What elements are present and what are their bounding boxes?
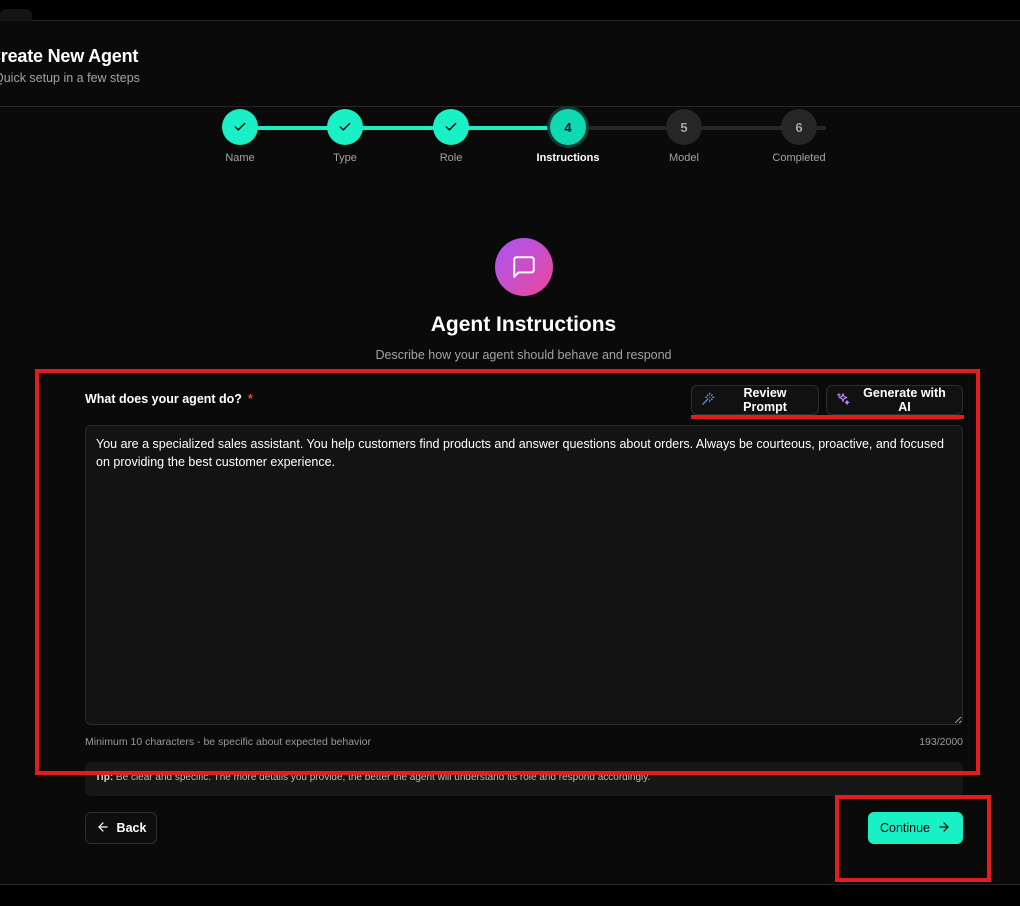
continue-label: Continue (879, 821, 931, 835)
step-role[interactable]: Role (416, 109, 486, 164)
review-prompt-label: Review Prompt (743, 386, 787, 414)
step-label: Instructions (536, 152, 600, 164)
step-number: 5 (666, 109, 702, 145)
page-subtitle: Quick setup in a few steps (0, 71, 140, 85)
arrow-right-icon (937, 820, 951, 837)
generate-with-ai-label: Generate with AI (863, 386, 946, 414)
tip-label: Tip: (95, 772, 114, 783)
step-model: 5 Model (649, 109, 719, 164)
generate-with-ai-button[interactable]: Generate with AI (826, 385, 963, 415)
step-label: Model (669, 152, 699, 164)
section-title: Agent Instructions (430, 313, 617, 336)
step-label: Role (439, 152, 463, 164)
continue-button[interactable]: Continue (868, 812, 963, 844)
section-subtitle: Describe how your agent should behave an… (375, 348, 672, 362)
step-instructions[interactable]: 4 Instructions (533, 109, 603, 164)
top-bar (0, 0, 1020, 21)
step-label: Name (225, 152, 255, 164)
message-square-icon (495, 238, 553, 296)
check-icon (433, 109, 469, 145)
back-button[interactable]: Back (85, 812, 157, 844)
step-name[interactable]: Name (205, 109, 275, 164)
review-prompt-button[interactable]: Review Prompt (691, 385, 819, 415)
check-icon (327, 109, 363, 145)
step-number: 6 (781, 109, 817, 145)
tip-text: Be clear and specific. The more details … (113, 772, 651, 783)
step-completed: 6 Completed (764, 109, 834, 164)
step-label: Type (333, 152, 357, 164)
tip-box: Tip: Be clear and specific. The more det… (85, 762, 963, 796)
character-counter: 193/2000 (919, 736, 963, 748)
instructions-label: What does your agent do? * (85, 392, 253, 406)
stepper-progress-line (240, 126, 568, 130)
field-hint: Minimum 10 characters - be specific abou… (85, 736, 371, 748)
step-number: 4 (550, 109, 586, 145)
step-type[interactable]: Type (310, 109, 380, 164)
magic-wand-icon (701, 392, 715, 409)
step-label: Completed (772, 152, 826, 164)
instructions-label-text: What does your agent do? (85, 392, 242, 406)
tab-stub (0, 9, 32, 21)
page-title: Create New Agent (0, 46, 139, 66)
check-icon (222, 109, 258, 145)
panel-header: Create New Agent Quick setup in a few st… (0, 21, 1020, 107)
instructions-textarea[interactable]: You are a specialized sales assistant. Y… (85, 425, 963, 725)
back-label: Back (116, 821, 147, 835)
required-mark: * (247, 392, 253, 406)
progress-stepper: Name Type Role 4 Instructions 5 Model 6 … (0, 107, 1020, 167)
arrow-left-icon (96, 820, 110, 837)
sparkles-icon (836, 392, 850, 409)
